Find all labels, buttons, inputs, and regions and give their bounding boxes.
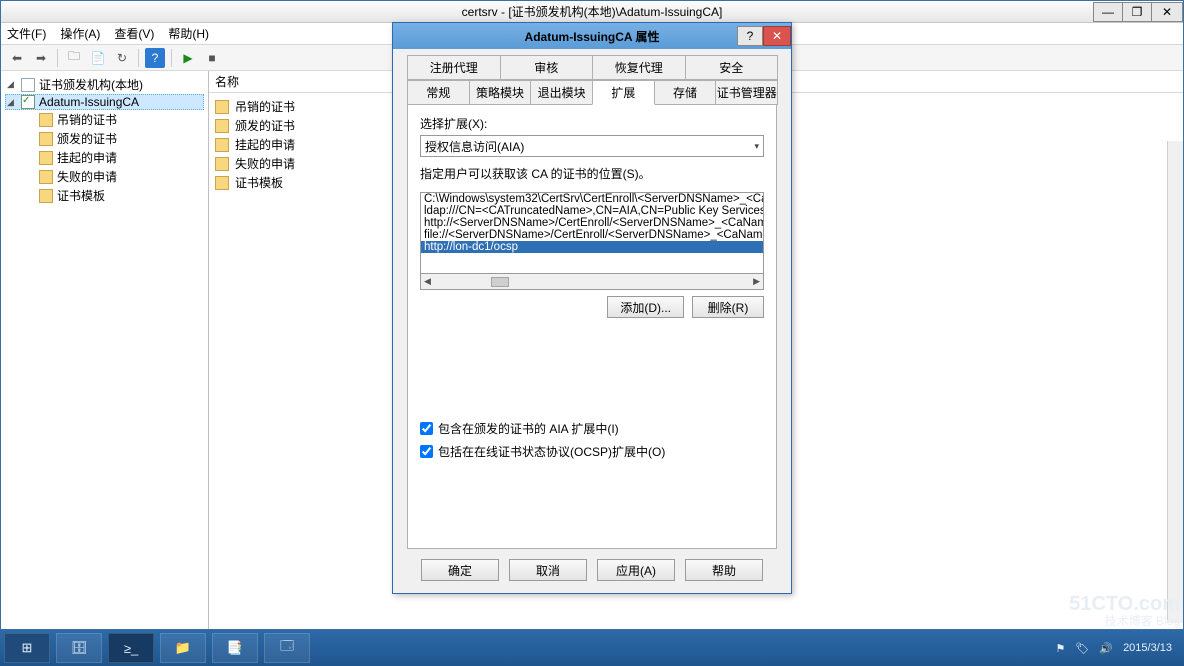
close-button[interactable]: ✕ xyxy=(1151,2,1183,22)
folder-icon xyxy=(215,157,229,171)
forward-icon[interactable]: ➡ xyxy=(31,48,51,68)
folder-icon xyxy=(39,113,53,127)
tree-root[interactable]: ◢证书颁发机构(本地) xyxy=(5,75,204,94)
tree-item-failed[interactable]: 失败的申请 xyxy=(5,167,204,186)
locations-listbox[interactable]: C:\Windows\system32\CertSrv\CertEnroll\<… xyxy=(420,192,764,274)
tab-storage[interactable]: 存储 xyxy=(654,80,717,105)
tab-recovery-agent[interactable]: 恢复代理 xyxy=(592,55,686,80)
task-explorer[interactable]: 📁 xyxy=(160,633,206,663)
extension-combobox[interactable]: 授权信息访问(AIA) ▾ xyxy=(420,135,764,157)
window-title: certsrv - [证书颁发机构(本地)\Adatum-IssuingCA] xyxy=(462,3,723,20)
properties-icon[interactable]: 📄 xyxy=(88,48,108,68)
folder-icon xyxy=(39,132,53,146)
tab-cert-manager[interactable]: 证书管理器 xyxy=(715,80,778,105)
separator xyxy=(138,49,139,67)
add-button[interactable]: 添加(D)... xyxy=(607,296,684,318)
menu-file[interactable]: 文件(F) xyxy=(7,25,46,42)
folder-icon xyxy=(39,151,53,165)
properties-dialog: Adatum-IssuingCA 属性 ? ✕ 注册代理 审核 恢复代理 安全 … xyxy=(392,22,792,594)
location-item-selected[interactable]: http://lon-dc1/ocsp xyxy=(421,241,763,253)
tab-audit[interactable]: 审核 xyxy=(500,55,594,80)
checkbox-input[interactable] xyxy=(420,422,433,435)
tray-volume-icon[interactable]: 🔊 xyxy=(1099,642,1113,655)
combobox-value: 授权信息访问(AIA) xyxy=(425,138,524,155)
tray-network-icon[interactable]: 🏷 xyxy=(1075,642,1089,655)
tab-exit-module[interactable]: 退出模块 xyxy=(530,80,593,105)
help-button[interactable]: 帮助 xyxy=(685,559,763,581)
tab-enroll-agent[interactable]: 注册代理 xyxy=(407,55,501,80)
maximize-button[interactable]: ❐ xyxy=(1122,2,1152,22)
scroll-right-icon[interactable]: ▶ xyxy=(753,276,760,287)
ca-icon xyxy=(21,95,35,109)
dialog-close-button[interactable]: ✕ xyxy=(763,26,791,46)
vertical-scrollbar[interactable] xyxy=(1167,141,1183,623)
apply-button[interactable]: 应用(A) xyxy=(597,559,675,581)
folder-icon xyxy=(215,138,229,152)
location-item[interactable]: http://<ServerDNSName>/CertEnroll/<Serve… xyxy=(421,217,763,229)
scroll-left-icon[interactable]: ◀ xyxy=(424,276,431,287)
location-item[interactable]: C:\Windows\system32\CertSrv\CertEnroll\<… xyxy=(421,193,763,205)
task-other[interactable]: 🗔 xyxy=(264,633,310,663)
ok-button[interactable]: 确定 xyxy=(421,559,499,581)
folder-icon xyxy=(39,189,53,203)
tabs-row-2: 常规 策略模块 退出模块 扩展 存储 证书管理器 xyxy=(393,80,791,105)
separator xyxy=(57,49,58,67)
folder-icon xyxy=(215,176,229,190)
folder-icon xyxy=(39,170,53,184)
system-tray: ⚑ 🏷 🔊 2015/3/13 xyxy=(1056,642,1180,655)
task-server-manager[interactable]: 🗄 xyxy=(56,633,102,663)
location-item[interactable]: ldap:///CN=<CATruncatedName>,CN=AIA,CN=P… xyxy=(421,205,763,217)
dialog-help-button[interactable]: ? xyxy=(737,26,763,46)
back-icon[interactable]: ⬅ xyxy=(7,48,27,68)
task-certsrv[interactable]: 📑 xyxy=(212,633,258,663)
tree-ca-node[interactable]: ◢Adatum-IssuingCA xyxy=(5,94,204,110)
tree-panel: ◢证书颁发机构(本地) ◢Adatum-IssuingCA 吊销的证书 颁发的证… xyxy=(1,71,209,629)
dialog-title: Adatum-IssuingCA 属性 xyxy=(525,28,660,45)
minimize-button[interactable]: — xyxy=(1093,2,1123,22)
help-icon[interactable]: ? xyxy=(145,48,165,68)
dialog-titlebar: Adatum-IssuingCA 属性 ? ✕ xyxy=(393,23,791,49)
task-powershell[interactable]: ≥_ xyxy=(108,633,154,663)
menu-help[interactable]: 帮助(H) xyxy=(168,25,209,42)
tray-date[interactable]: 2015/3/13 xyxy=(1123,642,1172,654)
up-icon[interactable]: 🗀 xyxy=(64,48,84,68)
tab-security[interactable]: 安全 xyxy=(685,55,779,80)
remove-button[interactable]: 删除(R) xyxy=(692,296,764,318)
tray-flag-icon[interactable]: ⚑ xyxy=(1056,642,1066,655)
separator xyxy=(171,49,172,67)
tab-body: 选择扩展(X): 授权信息访问(AIA) ▾ 指定用户可以获取该 CA 的证书的… xyxy=(407,105,777,549)
cancel-button[interactable]: 取消 xyxy=(509,559,587,581)
taskbar: ⊞ 🗄 ≥_ 📁 📑 🗔 ⚑ 🏷 🔊 2015/3/13 xyxy=(0,630,1184,666)
tab-extensions[interactable]: 扩展 xyxy=(592,80,655,105)
folder-icon xyxy=(215,100,229,114)
tree-item-templates[interactable]: 证书模板 xyxy=(5,186,204,205)
play-icon[interactable]: ▶ xyxy=(178,48,198,68)
extension-description: 指定用户可以获取该 CA 的证书的位置(S)。 xyxy=(420,165,764,182)
dialog-footer: 确定 取消 应用(A) 帮助 xyxy=(393,559,791,593)
tab-policy-module[interactable]: 策略模块 xyxy=(469,80,532,105)
stop-icon[interactable]: ■ xyxy=(202,48,222,68)
scroll-thumb[interactable] xyxy=(491,277,509,287)
menu-view[interactable]: 查看(V) xyxy=(114,25,154,42)
titlebar: certsrv - [证书颁发机构(本地)\Adatum-IssuingCA] … xyxy=(1,1,1183,23)
select-extension-label: 选择扩展(X): xyxy=(420,115,764,132)
location-item[interactable]: file://<ServerDNSName>/CertEnroll/<Serve… xyxy=(421,229,763,241)
tree-item-revoked[interactable]: 吊销的证书 xyxy=(5,110,204,129)
tabs-row-1: 注册代理 审核 恢复代理 安全 xyxy=(393,49,791,80)
include-aia-checkbox[interactable]: 包含在颁发的证书的 AIA 扩展中(I) xyxy=(420,420,764,437)
tree-item-issued[interactable]: 颁发的证书 xyxy=(5,129,204,148)
checkbox-input[interactable] xyxy=(420,445,433,458)
folder-icon xyxy=(215,119,229,133)
include-ocsp-checkbox[interactable]: 包括在在线证书状态协议(OCSP)扩展中(O) xyxy=(420,443,764,460)
menu-action[interactable]: 操作(A) xyxy=(60,25,100,42)
start-button[interactable]: ⊞ xyxy=(4,633,50,663)
refresh-icon[interactable]: ↻ xyxy=(112,48,132,68)
cert-authority-icon xyxy=(21,78,35,92)
horizontal-scrollbar[interactable]: ◀▶ xyxy=(420,274,764,290)
tree-item-pending[interactable]: 挂起的申请 xyxy=(5,148,204,167)
tab-general[interactable]: 常规 xyxy=(407,80,470,105)
chevron-down-icon: ▾ xyxy=(754,141,759,152)
